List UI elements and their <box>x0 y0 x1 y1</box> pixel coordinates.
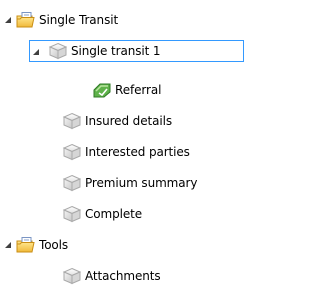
tree-node-label: Attachments <box>85 269 161 283</box>
tree-node-label: Single Transit <box>39 13 119 27</box>
tree-node-label: Premium summary <box>85 176 198 190</box>
expand-toggle-single-transit-1[interactable] <box>31 47 41 57</box>
tree-node-label: Referral <box>115 83 162 97</box>
tree-node-single-transit[interactable]: Single Transit <box>16 9 118 31</box>
navigation-tree: Single Transit Single transit 1 Referral <box>0 0 257 298</box>
folder-document-icon <box>16 236 36 254</box>
tree-node-interested-parties[interactable]: Interested parties <box>62 141 190 163</box>
tree-node-complete[interactable]: Complete <box>62 203 142 225</box>
tree-node-label: Tools <box>39 238 69 252</box>
tree-node-label: Complete <box>85 207 143 221</box>
tree-node-label: Interested parties <box>85 145 190 159</box>
tree-node-attachments[interactable]: Attachments <box>62 265 161 287</box>
cube-icon <box>62 267 82 285</box>
folder-document-icon <box>16 11 36 29</box>
tree-node-tools[interactable]: Tools <box>16 234 68 256</box>
tree-node-premium-summary[interactable]: Premium summary <box>62 172 197 194</box>
cube-icon <box>62 112 82 130</box>
tree-node-single-transit-1[interactable]: Single transit 1 <box>48 40 161 62</box>
referral-green-icon <box>92 81 112 99</box>
cube-icon <box>62 174 82 192</box>
tree-node-referral[interactable]: Referral <box>92 79 161 101</box>
expand-toggle-single-transit[interactable] <box>3 15 13 25</box>
tree-node-label: Insured details <box>85 114 172 128</box>
expand-toggle-tools[interactable] <box>3 240 13 250</box>
tree-node-label: Single transit 1 <box>71 44 161 58</box>
tree-node-insured-details[interactable]: Insured details <box>62 110 172 132</box>
cube-icon <box>62 205 82 223</box>
cube-icon <box>62 143 82 161</box>
cube-icon <box>48 42 68 60</box>
